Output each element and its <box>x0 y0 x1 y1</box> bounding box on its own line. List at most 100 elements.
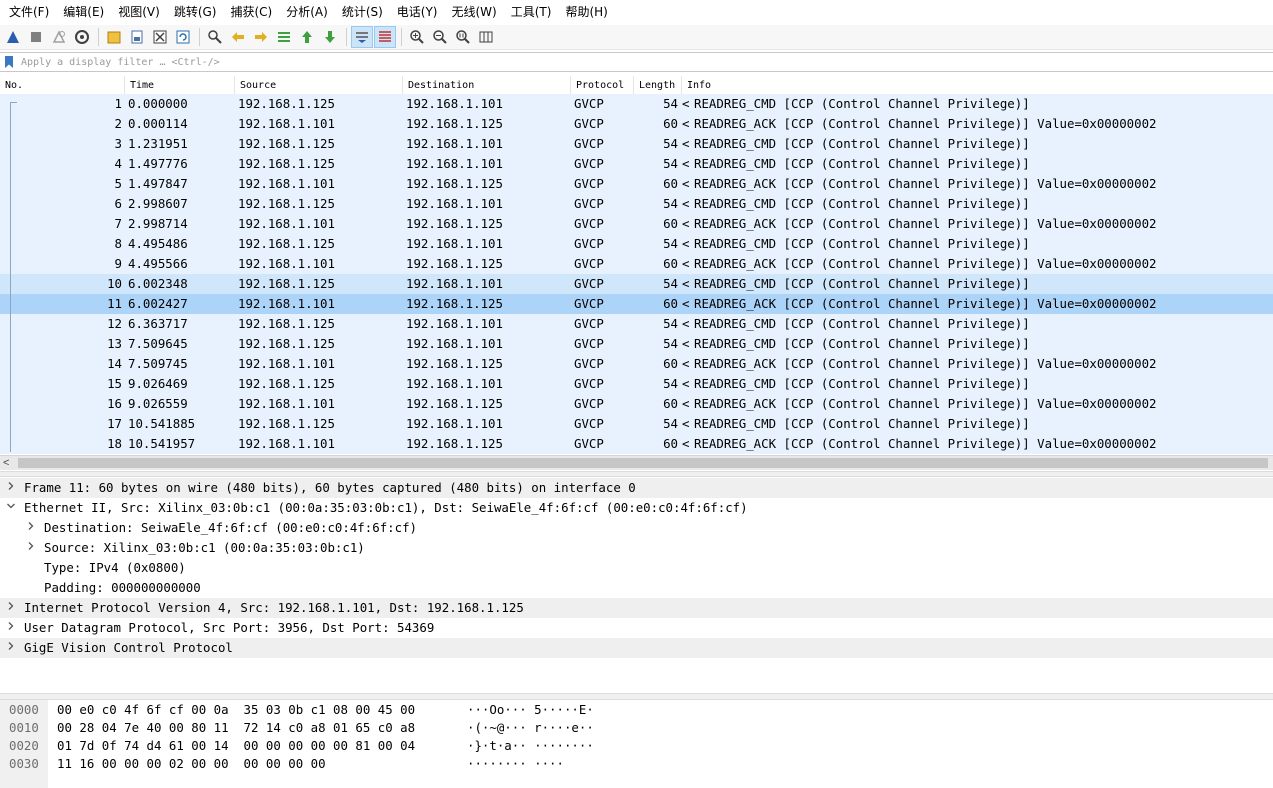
zoom-out-button[interactable] <box>429 26 451 48</box>
column-header-time[interactable]: Time <box>125 76 235 95</box>
zoom-in-button[interactable] <box>406 26 428 48</box>
packet-row[interactable]: 6 2.998607 192.168.1.125 192.168.1.101 GVCP 5… <box>0 194 1273 214</box>
chevron-right-icon[interactable] <box>4 478 18 498</box>
menu-item-7[interactable]: 电话(Y) <box>392 0 443 25</box>
byte-hex[interactable]: 01 7d 0f 74 d4 61 00 14 00 00 00 00 00 8… <box>57 737 415 755</box>
packet-row[interactable]: 2 0.000114 192.168.1.101 192.168.1.125 GVCP 6… <box>0 114 1273 134</box>
chevron-down-icon[interactable] <box>4 498 18 518</box>
packet-row[interactable]: 7 2.998714 192.168.1.101 192.168.1.125 GVCP 6… <box>0 214 1273 234</box>
pane-splitter[interactable] <box>0 471 1273 477</box>
detail-row[interactable]: Frame 11: 60 bytes on wire (480 bits), 6… <box>0 478 1273 498</box>
column-header-info[interactable]: Info <box>682 76 1273 95</box>
packet-bytes-pane: 0000 00 e0 c0 4f 6f cf 00 0a 35 03 0b c1 … <box>0 700 1273 788</box>
packet-row[interactable]: 1 0.000000 192.168.1.125 192.168.1.101 GVCP 5… <box>0 94 1273 114</box>
packet-row[interactable]: 14 7.509745 192.168.1.101 192.168.1.125 GVCP… <box>0 354 1273 374</box>
packet-row[interactable]: 9 4.495566 192.168.1.101 192.168.1.125 GVCP 6… <box>0 254 1273 274</box>
detail-row[interactable]: Internet Protocol Version 4, Src: 192.16… <box>0 598 1273 618</box>
packet-time: 1.497776 <box>128 156 188 171</box>
display-filter-bar <box>0 52 1273 72</box>
packet-list-header: No. Time Source Destination Protocol Len… <box>0 76 1273 95</box>
go-back-icon <box>232 32 244 42</box>
byte-hex[interactable]: 00 e0 c0 4f 6f cf 00 0a 35 03 0b c1 08 0… <box>57 701 415 719</box>
start-capture-button[interactable] <box>2 26 24 48</box>
detail-row[interactable]: Padding: 000000000000 <box>0 578 1273 598</box>
detail-row[interactable]: User Datagram Protocol, Src Port: 3956, … <box>0 618 1273 638</box>
column-header-source[interactable]: Source <box>235 76 403 95</box>
go-to-packet-icon <box>278 32 290 42</box>
column-header-length[interactable]: Length <box>634 76 682 95</box>
go-to-packet-button[interactable] <box>273 26 295 48</box>
menu-item-10[interactable]: 帮助(H) <box>560 0 612 25</box>
menu-item-8[interactable]: 无线(W) <box>447 0 502 25</box>
detail-row[interactable]: GigE Vision Control Protocol <box>0 638 1273 658</box>
colorize-button[interactable] <box>374 26 396 48</box>
detail-row[interactable]: Source: Xilinx_03:0b:c1 (00:0a:35:03:0b:… <box>0 538 1273 558</box>
packet-row[interactable]: 12 6.363717 192.168.1.125 192.168.1.101 GVCP… <box>0 314 1273 334</box>
packet-row[interactable]: 4 1.497776 192.168.1.125 192.168.1.101 GVCP 5… <box>0 154 1273 174</box>
menu-item-0[interactable]: 文件(F) <box>4 0 54 25</box>
byte-ascii[interactable]: ·}·t·a·· ········ <box>467 737 594 755</box>
open-file-button[interactable] <box>103 26 125 48</box>
chevron-right-icon[interactable] <box>4 598 18 618</box>
autoscroll-button[interactable] <box>351 26 373 48</box>
packet-row[interactable]: 8 4.495486 192.168.1.125 192.168.1.101 GVCP 5… <box>0 234 1273 254</box>
packet-row[interactable]: 13 7.509645 192.168.1.125 192.168.1.101 GVCP… <box>0 334 1273 354</box>
packet-destination: 192.168.1.101 <box>406 156 503 171</box>
menu-item-5[interactable]: 分析(A) <box>281 0 333 25</box>
detail-row[interactable]: Type: IPv4 (0x0800) <box>0 558 1273 578</box>
column-header-destination[interactable]: Destination <box>403 76 571 95</box>
packet-list-horizontal-scrollbar[interactable]: < <box>0 455 1273 470</box>
packet-info: READREG_CMD [CCP (Control Channel Privil… <box>694 196 1030 211</box>
packet-row[interactable]: 10 6.002348 192.168.1.125 192.168.1.101 GVCP… <box>0 274 1273 294</box>
resize-columns-button[interactable] <box>475 26 497 48</box>
packet-source: 192.168.1.125 <box>238 316 335 331</box>
byte-hex[interactable]: 11 16 00 00 00 02 00 00 00 00 00 00 <box>57 755 326 773</box>
reload-file-button[interactable] <box>172 26 194 48</box>
display-filter-input[interactable] <box>18 53 1273 71</box>
packet-row[interactable]: 3 1.231951 192.168.1.125 192.168.1.101 GVCP 5… <box>0 134 1273 154</box>
menu-item-2[interactable]: 视图(V) <box>113 0 165 25</box>
column-header-no[interactable]: No. <box>0 76 125 95</box>
last-packet-button[interactable] <box>319 26 341 48</box>
normal-size-button[interactable] <box>452 26 474 48</box>
first-packet-button[interactable] <box>296 26 318 48</box>
scrollbar-thumb[interactable] <box>18 458 1268 468</box>
scroll-left-icon[interactable]: < <box>3 456 9 470</box>
menu-item-6[interactable]: 统计(S) <box>337 0 388 25</box>
packet-destination: 192.168.1.125 <box>406 356 503 371</box>
direction-arrow-icon: < <box>682 436 690 451</box>
packet-row[interactable]: 11 6.002427 192.168.1.101 192.168.1.125 GVCP… <box>0 294 1273 314</box>
packet-row[interactable]: 5 1.497847 192.168.1.101 192.168.1.125 GVCP 6… <box>0 174 1273 194</box>
go-forward-button[interactable] <box>250 26 272 48</box>
stop-capture-button[interactable] <box>25 26 47 48</box>
menu-item-4[interactable]: 捕获(C) <box>225 0 277 25</box>
byte-hex[interactable]: 00 28 04 7e 40 00 80 11 72 14 c0 a8 01 6… <box>57 719 415 737</box>
chevron-right-icon[interactable] <box>24 538 38 558</box>
detail-text: Type: IPv4 (0x0800) <box>44 560 186 575</box>
packet-row[interactable]: 16 9.026559 192.168.1.101 192.168.1.125 GVCP… <box>0 394 1273 414</box>
pane-splitter[interactable] <box>0 693 1273 700</box>
packet-row[interactable]: 15 9.026469 192.168.1.125 192.168.1.101 GVCP… <box>0 374 1273 394</box>
packet-row[interactable]: 18 10.541957 192.168.1.101 192.168.1.125 GVC… <box>0 434 1273 454</box>
detail-row[interactable]: Ethernet II, Src: Xilinx_03:0b:c1 (00:0a… <box>0 498 1273 518</box>
find-packet-icon <box>208 30 222 44</box>
byte-ascii[interactable]: ·(·~@··· r····e·· <box>467 719 594 737</box>
column-header-protocol[interactable]: Protocol <box>571 76 634 95</box>
menu-item-1[interactable]: 编辑(E) <box>58 0 109 25</box>
close-file-button[interactable] <box>149 26 171 48</box>
find-packet-button[interactable] <box>204 26 226 48</box>
byte-ascii[interactable]: ········ ···· <box>467 755 564 773</box>
save-file-button[interactable] <box>126 26 148 48</box>
chevron-right-icon[interactable] <box>4 638 18 658</box>
filter-bookmark-icon[interactable] <box>0 53 18 71</box>
menu-item-9[interactable]: 工具(T) <box>506 0 557 25</box>
packet-row[interactable]: 17 10.541885 192.168.1.125 192.168.1.101 GVC… <box>0 414 1273 434</box>
chevron-right-icon[interactable] <box>4 618 18 638</box>
go-back-button[interactable] <box>227 26 249 48</box>
chevron-right-icon[interactable] <box>24 518 38 538</box>
capture-options-button[interactable] <box>71 26 93 48</box>
restart-capture-button[interactable] <box>48 26 70 48</box>
detail-row[interactable]: Destination: SeiwaEle_4f:6f:cf (00:e0:c0… <box>0 518 1273 538</box>
menu-item-3[interactable]: 跳转(G) <box>169 0 222 25</box>
byte-ascii[interactable]: ···Oo··· 5·····E· <box>467 701 594 719</box>
